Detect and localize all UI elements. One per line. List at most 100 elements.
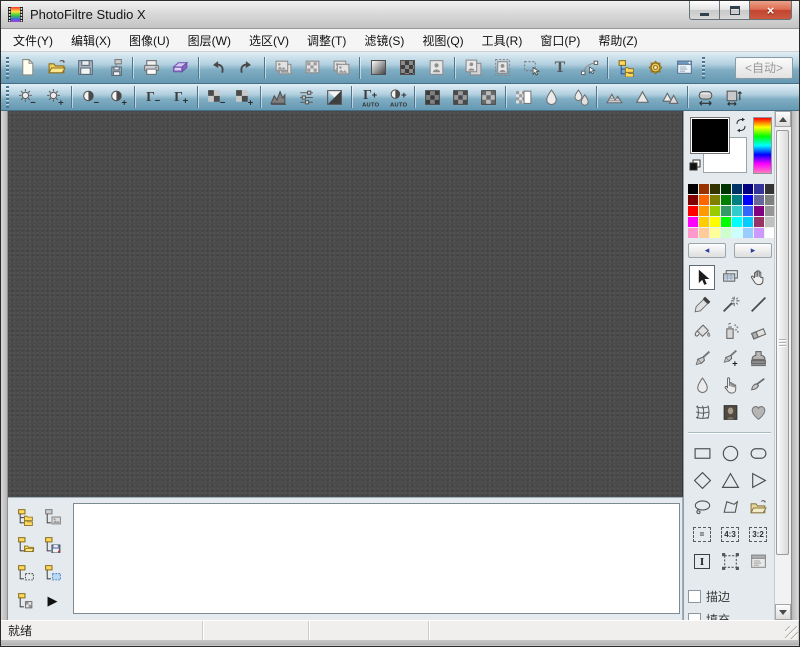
- image-transparency-button[interactable]: [425, 57, 447, 79]
- toolbar-grip[interactable]: [6, 86, 9, 108]
- menu-selection[interactable]: 选区(V): [240, 28, 298, 53]
- palette-swatch[interactable]: [743, 228, 753, 238]
- artistic-tool[interactable]: [717, 400, 743, 425]
- palette-swatch[interactable]: [699, 228, 709, 238]
- triangle-selection[interactable]: [717, 468, 743, 493]
- palette-swatch[interactable]: [743, 217, 753, 227]
- paste-as-layer-button[interactable]: [41, 560, 65, 584]
- palette-swatch[interactable]: [732, 206, 742, 216]
- palette-swatch[interactable]: [732, 217, 742, 227]
- minimize-button[interactable]: [689, 1, 719, 20]
- load-selection[interactable]: [745, 495, 771, 520]
- palette-swatch[interactable]: [710, 206, 720, 216]
- layers-manager-tool[interactable]: [717, 265, 743, 290]
- rect-selection[interactable]: [689, 441, 715, 466]
- image-frame-button[interactable]: [491, 57, 513, 79]
- palette-swatch[interactable]: [710, 184, 720, 194]
- palette-prev-button[interactable]: ◂: [688, 243, 726, 258]
- save-button[interactable]: [74, 57, 96, 79]
- menu-help[interactable]: 帮助(Z): [589, 28, 646, 53]
- lasso-selection[interactable]: [689, 495, 715, 520]
- menu-tools[interactable]: 工具(R): [473, 28, 532, 53]
- copy-image-button[interactable]: [272, 57, 294, 79]
- ellipse-selection[interactable]: [717, 441, 743, 466]
- saturation-plus-button[interactable]: +: [232, 86, 254, 108]
- sharpen-button[interactable]: [603, 86, 625, 108]
- explorer-button[interactable]: [615, 57, 637, 79]
- toolbar-grip[interactable]: [6, 57, 9, 79]
- open-as-layer-button[interactable]: [14, 532, 38, 556]
- mosaic-dark-button[interactable]: [421, 86, 443, 108]
- pattern-fill-button[interactable]: [396, 57, 418, 79]
- panel-scrollbar[interactable]: [774, 111, 791, 620]
- text-button[interactable]: T: [549, 57, 571, 79]
- menu-edit[interactable]: 编辑(X): [62, 28, 120, 53]
- preferences-button[interactable]: [673, 57, 695, 79]
- menu-filter[interactable]: 滤镜(S): [355, 28, 413, 53]
- airbrush-tool[interactable]: [717, 319, 743, 344]
- manual-selection[interactable]: [745, 549, 771, 574]
- pan-tool[interactable]: [745, 265, 771, 290]
- levels-button[interactable]: [295, 86, 317, 108]
- histogram-button[interactable]: [267, 86, 289, 108]
- diamond-selection[interactable]: [689, 468, 715, 493]
- blur-tool[interactable]: [689, 373, 715, 398]
- eyedropper-tool[interactable]: [689, 292, 715, 317]
- close-button[interactable]: ×: [749, 1, 792, 20]
- palette-swatch[interactable]: [754, 217, 764, 227]
- palette-swatch[interactable]: [721, 228, 731, 238]
- palette-swatch[interactable]: [721, 184, 731, 194]
- smudge-tool[interactable]: [717, 373, 743, 398]
- selection-tool[interactable]: [689, 265, 715, 290]
- foreground-color-swatch[interactable]: [690, 117, 730, 154]
- transparent-layer-button[interactable]: [14, 588, 38, 612]
- auto-zoom-button[interactable]: <自动>: [735, 57, 793, 79]
- scan-button[interactable]: [169, 57, 191, 79]
- line-tool[interactable]: [745, 292, 771, 317]
- palette-swatch[interactable]: [754, 184, 764, 194]
- eraser-tool[interactable]: [745, 319, 771, 344]
- selection-to-layer-button[interactable]: [14, 560, 38, 584]
- fill-tool[interactable]: [689, 319, 715, 344]
- titlebar[interactable]: PhotoFiltre Studio X ×: [1, 1, 799, 29]
- reset-colors-icon[interactable]: [688, 158, 702, 172]
- new-image-button[interactable]: [16, 57, 38, 79]
- scroll-up-button[interactable]: [775, 111, 791, 127]
- palette-swatch[interactable]: [721, 206, 731, 216]
- ratio-3-2-selection[interactable]: 3:2: [745, 522, 771, 547]
- ratio-equal-selection[interactable]: =: [689, 522, 715, 547]
- layers-list[interactable]: [73, 503, 680, 614]
- menu-view[interactable]: 视图(Q): [413, 28, 472, 53]
- expand-selection[interactable]: [717, 549, 743, 574]
- pattern-tool[interactable]: [745, 400, 771, 425]
- invert-button[interactable]: [323, 86, 345, 108]
- palette-swatch[interactable]: [688, 195, 698, 205]
- noise-button[interactable]: [631, 86, 653, 108]
- menu-image[interactable]: 图像(U): [120, 28, 179, 53]
- gamma-plus-button[interactable]: Γ+: [169, 86, 191, 108]
- menu-layer[interactable]: 图层(W): [179, 28, 240, 53]
- palette-swatch[interactable]: [688, 184, 698, 194]
- palette-swatch[interactable]: [743, 195, 753, 205]
- open-image-button[interactable]: [45, 57, 67, 79]
- palette-swatch[interactable]: [732, 184, 742, 194]
- blur-button[interactable]: [540, 86, 562, 108]
- scroll-down-button[interactable]: [775, 604, 791, 620]
- palette-swatch[interactable]: [754, 206, 764, 216]
- palette-swatch[interactable]: [699, 184, 709, 194]
- palette-swatch[interactable]: [710, 217, 720, 227]
- palette-swatch[interactable]: [710, 228, 720, 238]
- brightness-minus-button[interactable]: −: [15, 86, 37, 108]
- blur-more-button[interactable]: [568, 86, 590, 108]
- magic-wand-tool[interactable]: [717, 292, 743, 317]
- ratio-4-3-selection[interactable]: 4:3: [717, 522, 743, 547]
- auto-levels-button[interactable]: Γ+AUTO: [358, 86, 380, 108]
- text-selection[interactable]: I: [689, 549, 715, 574]
- menu-file[interactable]: 文件(Y): [4, 28, 62, 53]
- maximize-button[interactable]: [719, 1, 749, 20]
- brightness-plus-button[interactable]: +: [43, 86, 65, 108]
- redo-button[interactable]: [235, 57, 257, 79]
- contrast-minus-button[interactable]: −: [78, 86, 100, 108]
- menu-adjust[interactable]: 调整(T): [298, 28, 355, 53]
- palette-swatch[interactable]: [732, 228, 742, 238]
